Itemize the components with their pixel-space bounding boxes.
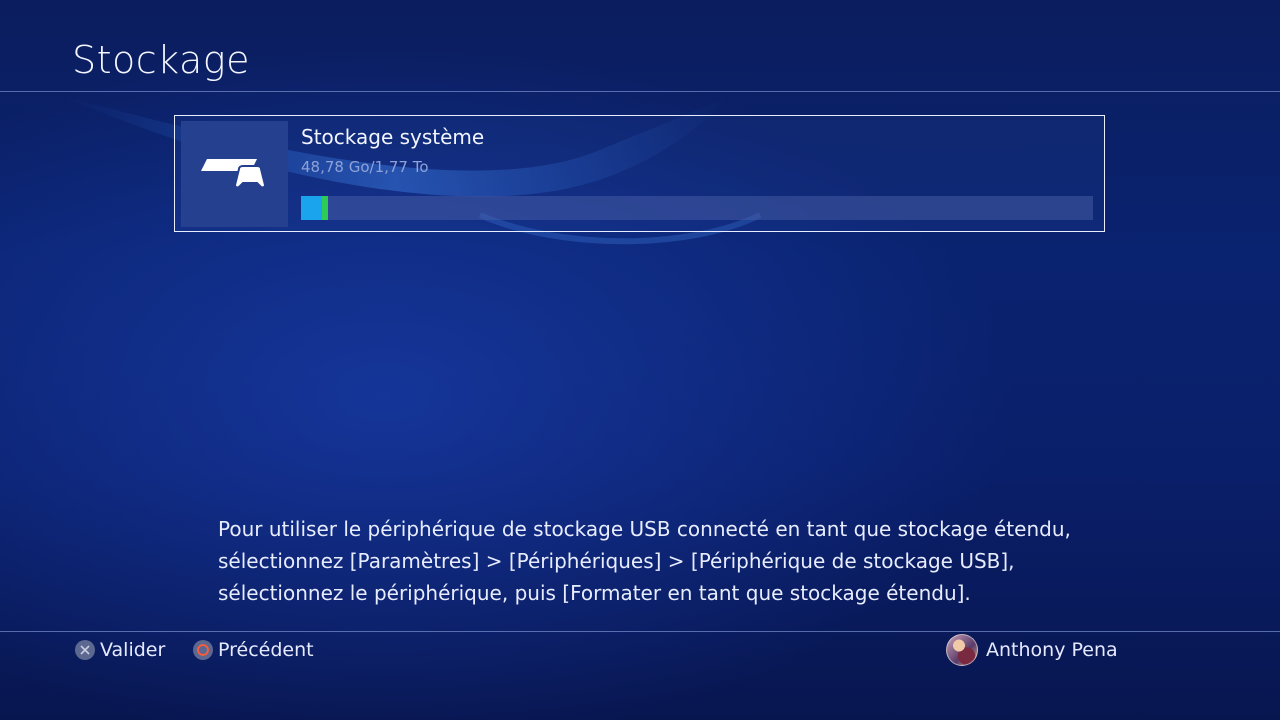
storage-usage-text: 48,78 Go/1,77 To	[301, 158, 429, 176]
user-profile[interactable]: Anthony Pena	[946, 634, 1118, 666]
storage-thumbnail	[181, 121, 288, 227]
storage-usage-fill	[301, 196, 322, 220]
header-divider	[0, 91, 1280, 92]
cross-button-icon	[75, 640, 95, 660]
help-text: Pour utiliser le périphérique de stockag…	[218, 513, 1118, 609]
avatar	[946, 634, 978, 666]
storage-name: Stockage système	[301, 125, 485, 149]
ps4-console-controller-icon	[201, 159, 267, 189]
help-line: sélectionnez [Paramètres] > [Périphériqu…	[218, 549, 1015, 573]
help-line: Pour utiliser le périphérique de stockag…	[218, 517, 1071, 541]
page-title: Stockage	[72, 38, 250, 82]
confirm-action[interactable]: Valider	[75, 638, 165, 662]
background-swoosh	[60, 95, 762, 245]
system-storage-item[interactable]: Stockage système 48,78 Go/1,77 To	[174, 115, 1105, 232]
back-label: Précédent	[218, 639, 314, 661]
user-name: Anthony Pena	[986, 639, 1118, 661]
circle-button-icon	[193, 640, 213, 660]
confirm-label: Valider	[100, 639, 166, 661]
storage-usage-fill-secondary	[322, 196, 328, 220]
help-line: sélectionnez le périphérique, puis [Form…	[218, 581, 971, 605]
footer-divider	[0, 631, 1280, 632]
storage-usage-bar	[301, 196, 1093, 220]
back-action[interactable]: Précédent	[193, 638, 314, 662]
